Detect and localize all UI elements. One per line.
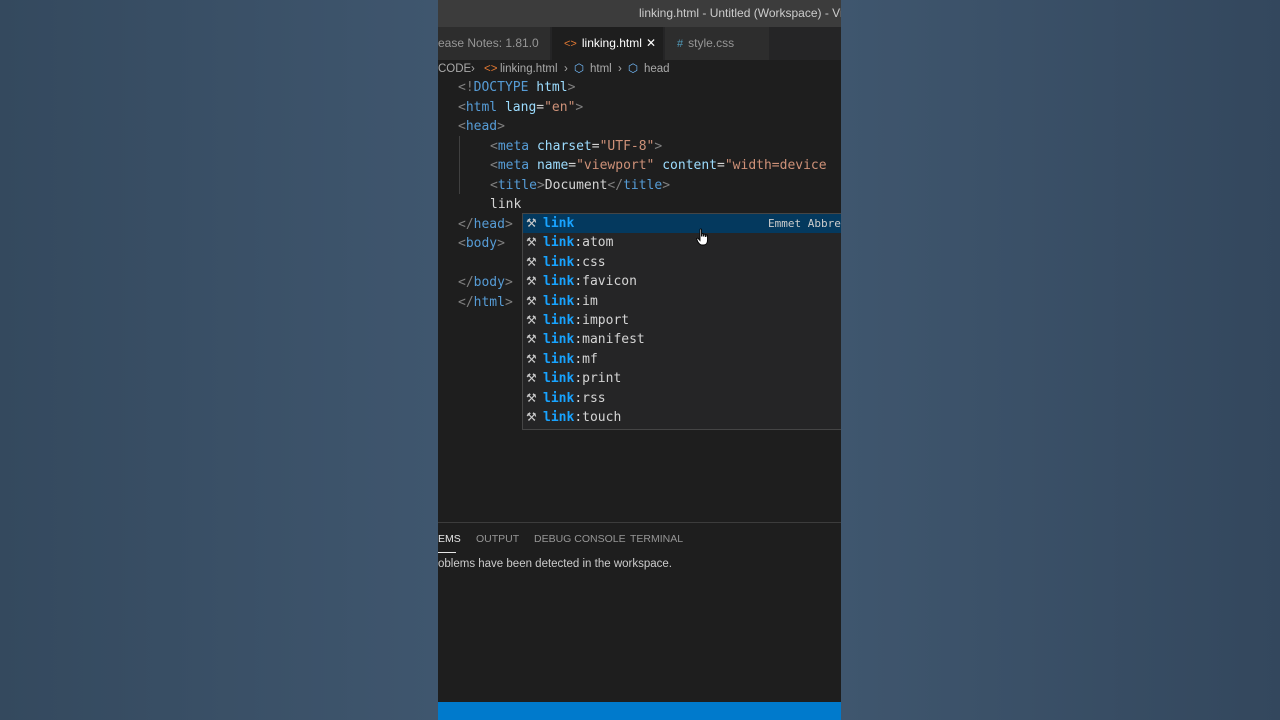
suggestion-label: link:manifest [543,330,645,349]
suggestion-label: link:css [543,253,606,272]
code-line: <meta charset="UTF-8"> [490,138,663,154]
suggestion-match: link [543,293,575,309]
suggestion-match: link [543,216,575,231]
suggestion-match: link [543,235,575,251]
suggestion-match: link [543,274,575,290]
suggestion-label: link:print [543,369,621,388]
suggestion-item[interactable]: ⚒ link:atom [523,233,841,252]
wrench-icon: ⚒ [526,293,537,308]
code-line: <meta name="viewport" content="width=dev… [490,158,827,173]
code-line: <head> [458,119,505,134]
suggestion-match: link [543,332,575,348]
suggestion-match: link [543,351,575,367]
chevron-right-icon: › [564,63,568,75]
wrench-icon: ⚒ [526,254,537,269]
suggestion-suffix: :import [574,313,630,328]
suggestion-match: link [543,371,575,387]
suggestion-item[interactable]: ⚒ link:print [523,369,841,388]
background-right [841,0,1280,720]
code-line: <html lang="en"> [458,99,584,115]
tab-output[interactable]: OUTPUT [476,533,519,545]
suggestion-suffix: :print [574,371,622,387]
suggestion-suffix: :atom [574,235,614,251]
suggestion-suffix: :im [574,293,598,309]
suggestion-item[interactable]: ⚒ link:css [523,253,841,272]
tab-release-notes[interactable]: ease Notes: 1.81.0 [438,27,550,60]
suggestion-label: link:atom [543,233,613,252]
wrench-icon: ⚒ [526,274,537,289]
suggestion-suffix: :manifest [574,332,645,348]
code-line: <title>Document</title> [490,177,671,193]
suggestion-label: link [543,214,574,233]
suggestion-widget: ⚒ link Emmet Abbre ⚒ link:atom ⚒ link:css ⚒ link… [522,213,841,430]
wrench-icon: ⚒ [526,235,537,250]
suggestion-item[interactable]: ⚒ link:touch [523,408,841,427]
suggestion-match: link [543,313,575,328]
tab-label: style.css [688,36,735,50]
suggestion-item[interactable]: ⚒ link:manifest [523,330,841,349]
wrench-icon: ⚒ [526,332,537,347]
tab-debug-console[interactable]: DEBUG CONSOLE [534,533,626,545]
suggestion-suffix: :favicon [574,274,637,290]
status-bar [438,702,841,720]
breadcrumb-item-code[interactable]: CODE [438,60,471,78]
suggestion-item[interactable]: ⚒ link:import [523,311,841,330]
bottom-panel: EMS OUTPUT DEBUG CONSOLE TERMINAL oblems… [438,522,841,703]
symbol-icon: ⬡ [574,63,585,75]
suggestion-label: link:favicon [543,272,637,291]
suggestion-suffix: :mf [574,351,598,367]
html-file-icon: <> [564,38,577,50]
title-bar: linking.html - Untitled (Workspace) - Vi… [438,0,841,27]
background-left [0,0,438,720]
active-tab-indicator [438,552,456,553]
suggestion-item[interactable]: ⚒ link:favicon [523,272,841,291]
css-file-icon: # [677,38,684,50]
chevron-right-icon: › [471,63,475,75]
suggestion-label: link:touch [543,408,621,427]
tab-style-css[interactable]: # style.css [665,27,769,60]
wrench-icon: ⚒ [526,313,537,327]
suggestion-item[interactable]: ⚒ link:mf [523,350,841,369]
tab-label: ease Notes: 1.81.0 [438,36,539,50]
vscode-window: linking.html - Untitled (Workspace) - Vi… [438,0,841,720]
symbol-icon: ⬡ [628,63,639,75]
window-title: linking.html - Untitled (Workspace) - Vi… [639,6,841,20]
breadcrumb-item-head[interactable]: head [644,60,670,78]
suggestion-match: link [543,410,575,425]
breadcrumb-item-html[interactable]: html [590,60,612,78]
wrench-icon: ⚒ [526,216,537,230]
suggestion-label: link:im [543,292,598,311]
wrench-icon: ⚒ [526,410,537,424]
breadcrumb-item-file[interactable]: linking.html [500,60,558,78]
problems-message: oblems have been detected in the workspa… [438,558,672,570]
suggestion-item[interactable]: ⚒ link:im [523,292,841,311]
code-line-current: link [490,197,522,212]
suggestion-label: link:mf [543,350,598,369]
suggestion-match: link [543,254,575,270]
suggestion-label: link:import [543,311,629,330]
tab-terminal[interactable]: TERMINAL [630,533,683,545]
suggestion-suffix: :rss [574,390,606,406]
html-file-icon: <> [484,63,498,75]
hand-cursor-icon [696,228,708,246]
wrench-icon: ⚒ [526,390,537,405]
suggestion-detail: Emmet Abbre [768,217,841,230]
tab-linking-html[interactable]: <> linking.html ✕ [552,27,663,60]
wrench-icon: ⚒ [526,351,537,366]
close-icon[interactable]: ✕ [646,27,656,60]
suggestion-item[interactable]: ⚒ link:rss [523,389,841,408]
suggestion-suffix: :css [574,254,606,270]
suggestion-item[interactable]: ⚒ link Emmet Abbre [523,214,841,234]
editor-tab-bar: ease Notes: 1.81.0 <> linking.html ✕ # sty… [438,27,841,60]
suggestion-label: link:rss [543,389,606,408]
wrench-icon: ⚒ [526,371,537,386]
suggestion-suffix: :touch [574,410,622,425]
tab-label: linking.html [581,36,642,50]
breadcrumb: CODE › <> linking.html › ⬡ html › ⬡ head [438,60,841,78]
suggestion-match: link [543,390,575,406]
chevron-right-icon: › [618,63,622,75]
tab-problems[interactable]: EMS [438,533,461,545]
code-line: <!DOCTYPE html> [458,80,576,95]
